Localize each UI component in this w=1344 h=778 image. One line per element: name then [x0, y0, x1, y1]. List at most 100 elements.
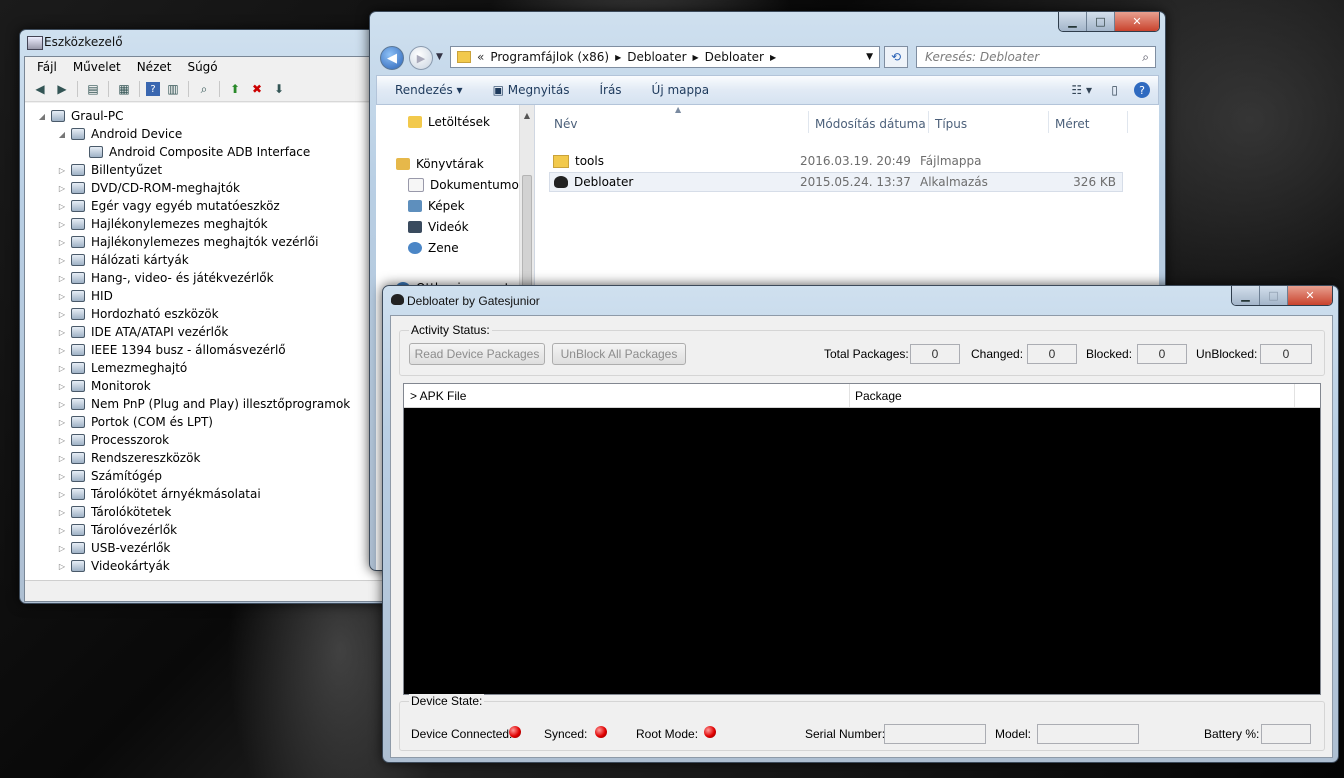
tree-category[interactable]: ▷ Billentyűzet	[57, 161, 162, 179]
preview-pane-icon[interactable]: ▯	[1111, 83, 1118, 97]
show-hide-tree-icon[interactable]: ▤	[84, 81, 102, 97]
tree-category[interactable]: ▷ Nem PnP (Plug and Play) illesztőprogram…	[57, 395, 350, 413]
tree-category[interactable]: ▷ HID	[57, 287, 113, 305]
expand-arrow-icon[interactable]: ▷	[57, 220, 67, 229]
expand-arrow-icon[interactable]: ▷	[57, 292, 67, 301]
maximize-button[interactable]: □	[1260, 286, 1288, 305]
address-bar[interactable]: « Programfájlok (x86) ▶ Debloater ▶ Debl…	[450, 46, 880, 68]
scan-hardware-icon[interactable]: ⌕	[195, 81, 213, 97]
scroll-up-icon[interactable]: ▲	[520, 111, 534, 120]
tree-category[interactable]: ▷ Tárolóvezérlők	[57, 521, 177, 539]
maximize-button[interactable]: □	[1087, 12, 1115, 31]
nav-libraries[interactable]: Könyvtárak	[396, 157, 484, 171]
nav-documents[interactable]: Dokumentumok	[408, 178, 526, 192]
tree-category[interactable]: ▷ Lemezmeghajtó	[57, 359, 187, 377]
collapse-arrow-icon[interactable]: ◢	[57, 130, 67, 139]
expand-arrow-icon[interactable]: ▷	[57, 202, 67, 211]
expand-arrow-icon[interactable]: ▷	[57, 490, 67, 499]
minimize-button[interactable]: ▁	[1232, 286, 1260, 305]
file-row-tools[interactable]: tools 2016.03.19. 20:49 Fájlmappa	[549, 151, 1123, 171]
tree-root[interactable]: ◢ Graul-PC	[37, 107, 124, 125]
help-icon[interactable]: ?	[1134, 82, 1150, 98]
column-package[interactable]: Package	[855, 389, 902, 403]
burn-button[interactable]: Írás	[599, 83, 621, 97]
tree-category[interactable]: ▷ Tárolókötetek	[57, 503, 171, 521]
tree-category[interactable]: ▷ IEEE 1394 busz - állomásvezérlő	[57, 341, 286, 359]
tree-category[interactable]: ▷ IDE ATA/ATAPI vezérlők	[57, 323, 228, 341]
recent-pages-dropdown[interactable]: ▼	[436, 52, 443, 62]
back-button[interactable]: ◀	[380, 46, 404, 70]
tree-category[interactable]: ▷ Portok (COM és LPT)	[57, 413, 213, 431]
menu-file[interactable]: Fájl	[29, 60, 65, 74]
tree-category[interactable]: ▷ Hajlékonylemezes meghajtók vezérlői	[57, 233, 319, 251]
open-button[interactable]: ▣ Megnyitás	[493, 83, 570, 97]
forward-arrow-icon[interactable]: ▶	[53, 81, 71, 97]
tree-category[interactable]: ▷ Számítógép	[57, 467, 162, 485]
tree-category[interactable]: ▷ Monitorok	[57, 377, 151, 395]
tree-category[interactable]: ▷ Tárolókötet árnyékmásolatai	[57, 485, 261, 503]
tree-category[interactable]: ▷ Hálózati kártyák	[57, 251, 189, 269]
column-date[interactable]: Módosítás dátuma	[815, 117, 926, 131]
expand-arrow-icon[interactable]: ▷	[57, 526, 67, 535]
help-icon[interactable]: ?	[146, 82, 160, 96]
disable-device-icon[interactable]: ⬇	[270, 81, 288, 97]
close-button[interactable]: ✕	[1288, 286, 1332, 305]
expand-arrow-icon[interactable]: ▷	[57, 472, 67, 481]
minimize-button[interactable]: ▁	[1059, 12, 1087, 31]
organize-button[interactable]: Rendezés ▾	[395, 83, 463, 97]
column-size[interactable]: Méret	[1055, 117, 1090, 131]
expand-arrow-icon[interactable]: ▷	[57, 382, 67, 391]
column-apk-file[interactable]: > APK File	[410, 389, 466, 403]
breadcrumb-chevron-icon[interactable]: ▶	[693, 53, 699, 62]
tree-category[interactable]: ▷ Hordozható eszközök	[57, 305, 219, 323]
view-options-icon[interactable]: ☷ ▾	[1071, 83, 1092, 97]
expand-arrow-icon[interactable]: ▷	[57, 436, 67, 445]
nav-downloads[interactable]: Letöltések	[408, 115, 490, 129]
file-row-debloater[interactable]: Debloater 2015.05.24. 13:37 Alkalmazás 3…	[549, 172, 1123, 192]
properties-icon[interactable]: ▦	[115, 81, 133, 97]
breadcrumb-overflow[interactable]: «	[477, 50, 484, 64]
tree-android-device[interactable]: ◢ Android Device	[57, 125, 182, 143]
expand-arrow-icon[interactable]: ▷	[57, 256, 67, 265]
expand-arrow-icon[interactable]: ▷	[57, 328, 67, 337]
scroll-thumb[interactable]	[522, 175, 532, 287]
expand-arrow-icon[interactable]: ▷	[57, 562, 67, 571]
tree-category[interactable]: ▷ Hang-, video- és játékvezérlők	[57, 269, 274, 287]
package-list[interactable]: > APK File Package	[403, 383, 1321, 695]
read-device-packages-button[interactable]: Read Device Packages	[409, 343, 545, 365]
collapse-arrow-icon[interactable]: ◢	[37, 112, 47, 121]
menu-help[interactable]: Súgó	[179, 60, 225, 74]
expand-arrow-icon[interactable]: ▷	[57, 508, 67, 517]
tree-category[interactable]: ▷ Egér vagy egyéb mutatóeszköz	[57, 197, 280, 215]
expand-arrow-icon[interactable]: ▷	[57, 184, 67, 193]
expand-arrow-icon[interactable]: ▷	[57, 400, 67, 409]
new-folder-button[interactable]: Új mappa	[652, 83, 710, 97]
expand-arrow-icon[interactable]: ▷	[57, 346, 67, 355]
nav-videos[interactable]: Videók	[408, 220, 469, 234]
tree-category[interactable]: ▷ Processzorok	[57, 431, 169, 449]
tree-category[interactable]: ▷ Rendszereszközök	[57, 449, 200, 467]
search-input[interactable]: Keresés: Debloater ⌕	[916, 46, 1156, 68]
menu-action[interactable]: Művelet	[65, 60, 129, 74]
tree-category[interactable]: ▷ Hajlékonylemezes meghajtók	[57, 215, 268, 233]
tree-category[interactable]: ▷ DVD/CD-ROM-meghajtók	[57, 179, 240, 197]
close-button[interactable]: ✕	[1115, 12, 1159, 31]
forward-button[interactable]: ▶	[409, 46, 433, 70]
expand-arrow-icon[interactable]: ▷	[57, 166, 67, 175]
search-icon[interactable]: ⌕	[1142, 50, 1149, 65]
breadcrumb-debloater-parent[interactable]: Debloater	[627, 50, 686, 64]
refresh-button[interactable]: ⟲	[884, 46, 908, 68]
back-arrow-icon[interactable]: ◀	[31, 81, 49, 97]
expand-arrow-icon[interactable]: ▷	[57, 310, 67, 319]
unblock-all-packages-button[interactable]: UnBlock All Packages	[552, 343, 686, 365]
menu-view[interactable]: Nézet	[129, 60, 180, 74]
expand-arrow-icon[interactable]: ▷	[57, 274, 67, 283]
tree-category[interactable]: ▷ Videokártyák	[57, 557, 170, 575]
nav-pictures[interactable]: Képek	[408, 199, 465, 213]
address-dropdown-icon[interactable]: ▼	[866, 52, 873, 62]
column-type[interactable]: Típus	[935, 117, 967, 131]
breadcrumb-program-files[interactable]: Programfájlok (x86)	[490, 50, 609, 64]
nav-music[interactable]: Zene	[408, 241, 459, 255]
breadcrumb-debloater[interactable]: Debloater	[705, 50, 764, 64]
breadcrumb-chevron-icon[interactable]: ▶	[615, 53, 621, 62]
